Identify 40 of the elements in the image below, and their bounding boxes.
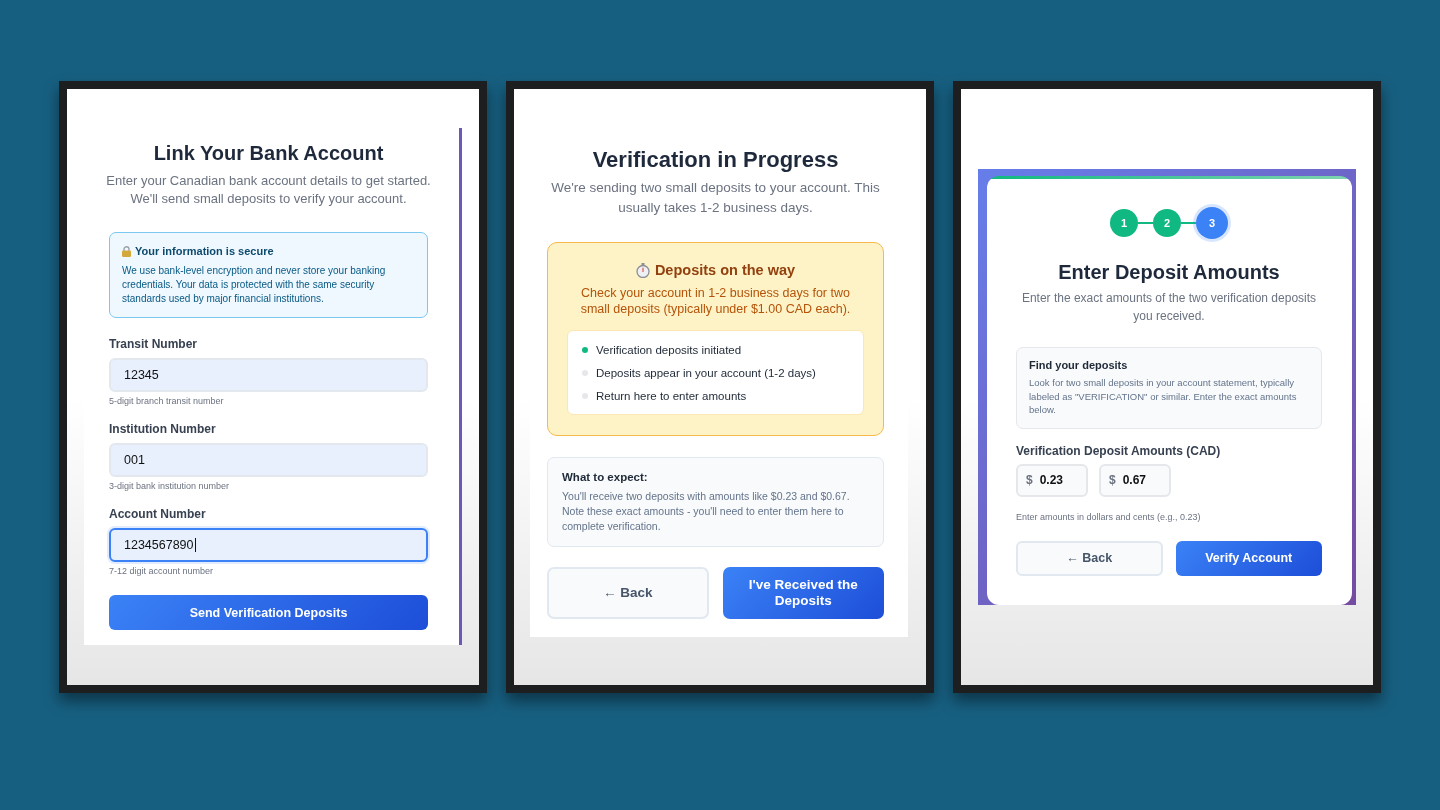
field-label: Institution Number <box>109 421 217 437</box>
stopwatch-icon <box>635 262 650 278</box>
padlock-icon <box>122 245 131 257</box>
back-button[interactable]: ← Back <box>547 567 709 619</box>
info-title: What to expect: <box>562 470 649 484</box>
info-text: You'll receive two deposits with amounts like $0.23 and $0.67. Note these exact amounts - you'll need to enter them here to complete verification. <box>562 489 851 534</box>
step-indicator: 3 <box>1196 207 1228 239</box>
info-text: Look for two small deposits in your account statement, typically labeled as "VERIFICATION" or similar. Enter the exact amounts below. <box>1029 376 1298 417</box>
page-title: Enter Deposit Amounts <box>1057 260 1281 284</box>
subtitle: We're sending two small deposits to your account. This usually takes 1-2 business days. <box>550 179 881 217</box>
subtitle: Enter your Canadian bank account details to get started. We'll send small deposits to verify your account. <box>105 172 432 208</box>
input-field[interactable]: 1234567890 <box>109 528 428 562</box>
page-title: Verification in Progress <box>591 147 840 173</box>
back-button[interactable]: ← Back <box>1016 540 1163 576</box>
field-hint: 5-digit branch transit number <box>109 395 225 407</box>
amount-field[interactable]: $ 0.67 <box>1099 463 1171 497</box>
step-indicator: 1 <box>1110 209 1138 237</box>
progress-step: Verification deposits initiated <box>596 343 742 356</box>
field-label: Transit Number <box>109 336 199 352</box>
notice-text: We use bank-level encryption and never store your banking credentials. Your data is protected with the same security standards used by major financial institutions. <box>122 264 387 306</box>
field-hint: 7-12 digit account number <box>109 565 215 577</box>
field-label: Verification Deposit Amounts (CAD) <box>1016 442 1222 459</box>
page-title: Link Your Bank Account <box>152 141 385 165</box>
amount-field[interactable]: $ 0.23 <box>1016 463 1088 497</box>
primary-button[interactable]: I've Received the Deposits <box>722 567 884 619</box>
input-field[interactable]: 12345 <box>109 358 428 392</box>
progress-step: Deposits appear in your account (1-2 days) <box>596 366 816 379</box>
field-label: Account Number <box>109 506 207 522</box>
progress-step: Return here to enter amounts <box>596 389 747 402</box>
notice-title: Your information is secure <box>135 244 274 258</box>
field-hint: 3-digit bank institution number <box>109 480 231 492</box>
status-title: Deposits on the way <box>654 261 796 279</box>
field-hint: Enter amounts in dollars and cents (e.g., 0.23) <box>1016 510 1202 523</box>
info-title: Find your deposits <box>1029 358 1129 372</box>
step-indicator: 2 <box>1153 209 1181 237</box>
subtitle: Enter the exact amounts of the two verification deposits you received. <box>1020 290 1318 325</box>
primary-button[interactable]: Send Verification Deposits <box>109 595 428 630</box>
input-field[interactable]: 001 <box>109 443 428 477</box>
primary-button[interactable]: Verify Account <box>1175 540 1322 576</box>
status-text: Check your account in 1-2 business days for two small deposits (typically under $1.00 CAD each). <box>579 286 852 317</box>
